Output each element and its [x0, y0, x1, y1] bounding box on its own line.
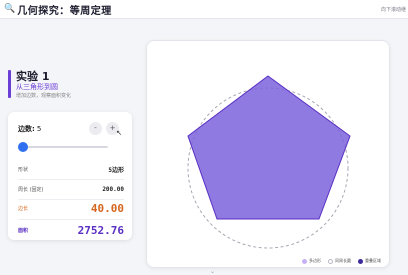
side-length-label: 边长 [18, 206, 29, 212]
shape-label: 形状 [18, 167, 29, 173]
decrease-sides-button[interactable]: - [89, 122, 102, 135]
cursor-icon: ↖ [116, 129, 122, 137]
area-value: 2752.76 [77, 223, 124, 237]
sides-row: 边数: 5 - + ↖ [18, 122, 122, 137]
shape-row: 形状 5边形 [18, 160, 124, 180]
legend-circle: 同周长圆 [328, 258, 351, 264]
legend: 多边形 同周长圆 重叠区域 [302, 258, 381, 264]
legend-overlap-label: 重叠区域 [365, 258, 381, 263]
legend-overlap: 重叠区域 [358, 258, 381, 264]
legend-polygon: 多边形 [302, 258, 321, 264]
top-bar: 🔍 几何探究：等周定理 向下滚动继 [0, 0, 408, 19]
magnifier-icon: 🔍 [4, 3, 16, 14]
app-title: 几何探究：等周定理 [17, 5, 112, 17]
legend-circle-label: 同周长圆 [335, 258, 351, 263]
perimeter-label: 周长 (固定) [18, 187, 44, 193]
area-label: 面积 [18, 227, 29, 234]
pentagon-shape [187, 75, 351, 220]
control-card: 边数: 5 - + ↖ 形状 5边形 周长 (固定) 200.00 边长 40.… [8, 112, 132, 240]
side-length-value: 40.00 [90, 202, 124, 215]
experiment-panel: 实验 1 从三角形到圆 增加边数，观察面积变化 边数: 5 - + ↖ 形状 5… [8, 68, 132, 240]
perimeter-value: 200.00 [102, 186, 124, 193]
scroll-hint: 向下滚动继 [380, 7, 406, 13]
area-row: 面积 2752.76 [18, 220, 124, 240]
experiment-header: 实验 1 从三角形到圆 增加边数，观察面积变化 [8, 68, 132, 106]
app-title-group: 🔍 几何探究：等周定理 [4, 2, 112, 17]
geometry-canvas: 多边形 同周长圆 重叠区域 [146, 40, 390, 268]
polygon-swatch-icon [302, 258, 307, 264]
experiment-subtitle: 从三角形到圆 [16, 83, 58, 91]
shape-value: 5边形 [108, 167, 124, 174]
slider-track [19, 146, 108, 148]
chevron-down-icon[interactable]: ⌄ [210, 269, 215, 275]
overlap-swatch-icon [358, 258, 363, 264]
sides-label: 边数: [18, 125, 35, 133]
sides-value: 5 [36, 125, 42, 133]
geometry-svg [187, 75, 351, 249]
side-length-row: 边长 40.00 [18, 198, 124, 220]
experiment-description: 增加边数，观察面积变化 [16, 93, 72, 99]
experiment-number: 实验 1 [16, 70, 50, 83]
sides-slider[interactable] [18, 142, 108, 152]
accent-bar [8, 70, 11, 98]
legend-polygon-label: 多边形 [309, 258, 321, 263]
slider-thumb[interactable] [18, 142, 28, 152]
perimeter-row: 周长 (固定) 200.00 [18, 180, 124, 200]
circle-swatch-icon [328, 258, 333, 264]
